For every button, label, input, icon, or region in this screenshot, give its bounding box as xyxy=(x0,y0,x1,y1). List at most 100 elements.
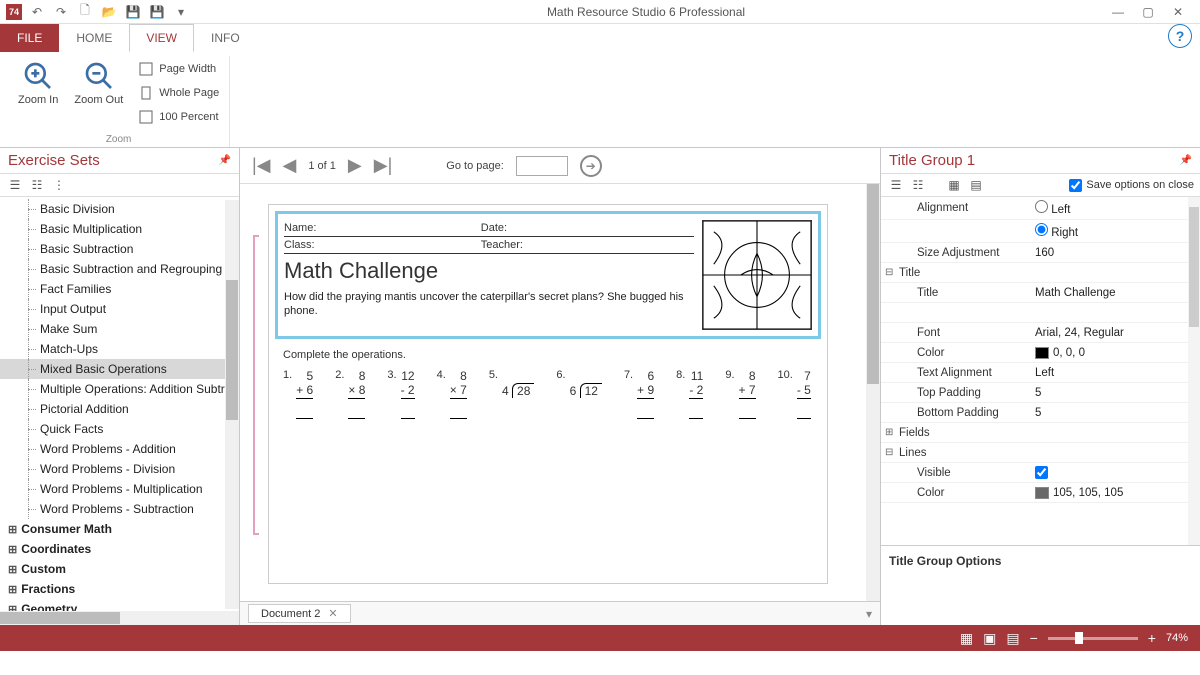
prop-toppad-val[interactable]: 5 xyxy=(1031,385,1200,401)
save-all-button[interactable]: 💾 xyxy=(148,3,166,21)
document-tab[interactable]: Document 2 ✕ xyxy=(248,604,351,623)
instruction-text: Complete the operations. xyxy=(269,345,827,365)
tree-item[interactable]: Basic Subtraction and Regrouping xyxy=(0,259,239,279)
prop-alpha-button[interactable]: ☷ xyxy=(909,176,927,194)
prop-color: Color xyxy=(881,345,1031,361)
prop-btn4[interactable]: ▤ xyxy=(967,176,985,194)
new-button[interactable]: 🗋 xyxy=(76,3,94,21)
page-width-button[interactable]: Page Width xyxy=(139,58,219,80)
tree-item[interactable]: Coordinates xyxy=(0,539,239,559)
prop-scrollbar[interactable] xyxy=(1188,197,1200,545)
zoom-in-button[interactable]: Zoom In xyxy=(14,56,62,130)
maximize-button[interactable]: ▢ xyxy=(1134,2,1162,22)
goto-page-button[interactable]: ➔ xyxy=(580,155,602,177)
prop-cat-fields[interactable]: Fields xyxy=(881,425,1031,441)
redo-button[interactable]: ↷ xyxy=(52,3,70,21)
tree-item[interactable]: Fact Families xyxy=(0,279,239,299)
prop-title-val[interactable]: Math Challenge xyxy=(1031,285,1200,301)
align-left-radio[interactable]: Left xyxy=(1035,199,1070,217)
zoom-plus-button[interactable]: + xyxy=(1148,630,1156,646)
problem: 5.4 28 xyxy=(489,369,535,419)
next-page-button[interactable]: ▶ xyxy=(348,155,362,176)
last-page-button[interactable]: ▶| xyxy=(374,155,393,176)
open-button[interactable]: 📂 xyxy=(100,3,118,21)
help-button[interactable]: ? xyxy=(1168,24,1192,48)
problem: 1.5+ 6 xyxy=(283,369,313,419)
prop-line-color-val[interactable]: 105, 105, 105 xyxy=(1031,485,1200,501)
prop-textalign-val[interactable]: Left xyxy=(1031,365,1200,381)
tree-item[interactable]: Custom xyxy=(0,559,239,579)
prop-visible-val[interactable] xyxy=(1031,464,1200,481)
properties-pin-icon[interactable]: 📌 xyxy=(1180,155,1192,166)
whole-page-button[interactable]: Whole Page xyxy=(139,82,219,104)
tree-item[interactable]: Word Problems - Addition xyxy=(0,439,239,459)
tree-item[interactable]: Fractions xyxy=(0,579,239,599)
tree-item[interactable]: Mixed Basic Operations xyxy=(0,359,239,379)
prev-page-button[interactable]: ◀ xyxy=(283,155,297,176)
tree-item[interactable]: Match-Ups xyxy=(0,339,239,359)
zoom-slider[interactable] xyxy=(1048,637,1138,640)
tab-info[interactable]: INFO xyxy=(194,24,257,52)
doc-vscrollbar[interactable] xyxy=(866,184,880,601)
title-group[interactable]: Name:Date: Class:Teacher: Math Challenge… xyxy=(275,211,821,339)
exercise-sets-title: Exercise Sets xyxy=(8,152,100,169)
tree-item[interactable]: Word Problems - Subtraction xyxy=(0,499,239,519)
tree-item[interactable]: Input Output xyxy=(0,299,239,319)
tree-item[interactable]: Quick Facts xyxy=(0,419,239,439)
prop-alignment: Alignment xyxy=(881,200,1031,216)
tree-options-button[interactable]: ⋮ xyxy=(50,176,68,194)
tab-home[interactable]: HOME xyxy=(59,24,129,52)
tree-item[interactable]: Multiple Operations: Addition Subtractio… xyxy=(0,379,239,399)
goto-page-input[interactable] xyxy=(516,156,568,176)
prop-botpad-val[interactable]: 5 xyxy=(1031,405,1200,421)
save-button[interactable]: 💾 xyxy=(124,3,142,21)
tree-item[interactable]: Basic Division xyxy=(0,199,239,219)
tree-vscrollbar[interactable] xyxy=(225,200,239,609)
expand-all-button[interactable]: ☰ xyxy=(6,176,24,194)
prop-cat-title[interactable]: Title xyxy=(881,265,1031,281)
tabs-dropdown[interactable]: ▾ xyxy=(866,607,872,621)
tree-item[interactable]: Basic Multiplication xyxy=(0,219,239,239)
first-page-button[interactable]: |◀ xyxy=(252,155,271,176)
close-tab-button[interactable]: ✕ xyxy=(328,607,337,620)
prop-size-adj-val[interactable]: 160 xyxy=(1031,245,1200,261)
exercise-tree[interactable]: Basic DivisionBasic MultiplicationBasic … xyxy=(0,197,239,611)
100-percent-button[interactable]: 100 Percent xyxy=(139,106,219,128)
prop-font-val[interactable]: Arial, 24, Regular xyxy=(1031,325,1200,341)
undo-button[interactable]: ↶ xyxy=(28,3,46,21)
tab-view[interactable]: VIEW xyxy=(129,24,194,52)
zoom-out-button[interactable]: Zoom Out xyxy=(70,56,127,130)
view-mode-1[interactable]: ▦ xyxy=(960,630,973,647)
page-nav: |◀ ◀ 1 of 1 ▶ ▶| Go to page: ➔ xyxy=(240,148,880,184)
tree-item[interactable]: Pictorial Addition xyxy=(0,399,239,419)
problem: 8.11- 2 xyxy=(676,369,703,419)
minimize-button[interactable]: — xyxy=(1104,2,1132,22)
close-button[interactable]: ✕ xyxy=(1164,2,1192,22)
pin-icon[interactable]: 📌 xyxy=(219,155,231,166)
tree-hscrollbar[interactable] xyxy=(0,611,239,625)
tree-item[interactable]: Make Sum xyxy=(0,319,239,339)
tree-item[interactable]: Consumer Math xyxy=(0,519,239,539)
tree-item[interactable]: Word Problems - Division xyxy=(0,459,239,479)
tree-item[interactable]: Word Problems - Multiplication xyxy=(0,479,239,499)
save-options-checkbox[interactable]: Save options on close xyxy=(1069,179,1194,192)
zoom-minus-button[interactable]: − xyxy=(1030,630,1038,646)
zoom-out-icon xyxy=(83,60,115,92)
page-width-icon xyxy=(139,62,153,76)
tree-item[interactable]: Basic Subtraction xyxy=(0,239,239,259)
collapse-all-button[interactable]: ☷ xyxy=(28,176,46,194)
prop-btn3[interactable]: ▦ xyxy=(945,176,963,194)
prop-color-val[interactable]: 0, 0, 0 xyxy=(1031,345,1200,361)
prop-categorized-button[interactable]: ☰ xyxy=(887,176,905,194)
view-mode-2[interactable]: ▣ xyxy=(983,630,996,647)
document-viewport[interactable]: Name:Date: Class:Teacher: Math Challenge… xyxy=(240,184,880,601)
ribbon: Zoom In Zoom Out Page Width Whole Page 1… xyxy=(0,52,1200,148)
align-right-radio[interactable]: Right xyxy=(1035,222,1078,240)
view-mode-3[interactable]: ▤ xyxy=(1006,630,1019,647)
tree-item[interactable]: Geometry xyxy=(0,599,239,611)
ribbon-tabs: FILE HOME VIEW INFO ? xyxy=(0,24,1200,52)
property-grid[interactable]: Alignment Left Right Size Adjustment160 … xyxy=(881,197,1200,545)
qat-custom-button[interactable]: ▾ xyxy=(172,3,190,21)
prop-cat-lines[interactable]: Lines xyxy=(881,445,1031,461)
tab-file[interactable]: FILE xyxy=(0,24,59,52)
